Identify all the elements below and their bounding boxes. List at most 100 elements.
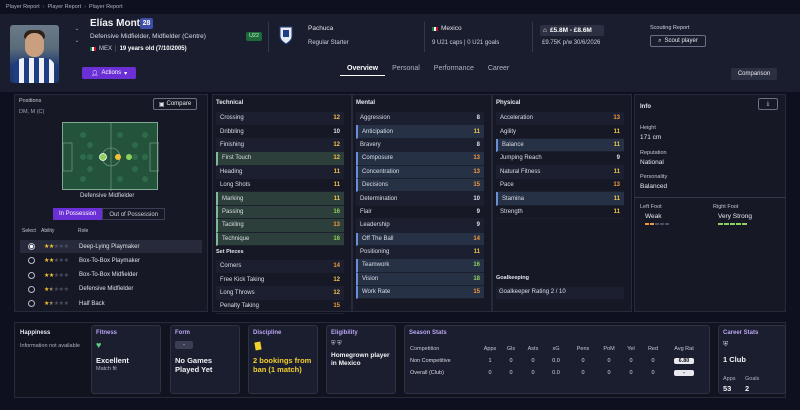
attribute-row[interactable]: Free Kick Taking 12 — [216, 273, 344, 287]
stats-header-cell: xG — [552, 346, 560, 352]
player-positions: Defensive Midfielder, Midfielder (Centre… — [90, 33, 206, 40]
attribute-row[interactable]: Concentration 13 — [356, 165, 484, 179]
nation-name[interactable]: Mexico — [441, 25, 462, 32]
stats-row[interactable]: Overall (Club) 0 0 0 0.0 0 0 0 0 - — [410, 367, 706, 379]
attribute-row[interactable]: Off The Ball 14 — [356, 232, 484, 246]
role-row[interactable]: ★★★★★ Box-To-Box Playmaker — [20, 254, 202, 267]
breadcrumb: Player Report › Player Report › Player Rep… — [6, 4, 123, 10]
attribute-row[interactable]: Balance 11 — [496, 138, 624, 153]
attribute-row[interactable]: Aggression 8 — [356, 112, 484, 126]
role-ability-stars: ★★★★★ — [44, 244, 69, 250]
roles-table-header: Select Ability Role — [22, 228, 88, 234]
personality-label: Personality — [640, 174, 668, 180]
eligibility-value: Homegrown player in Mexico — [331, 352, 390, 367]
player-photo — [10, 25, 59, 83]
stats-header-cell: Pens — [576, 346, 590, 352]
role-radio[interactable] — [28, 300, 35, 308]
attribute-row[interactable]: Bravery 8 — [356, 138, 484, 153]
attribute-row[interactable]: Determination 10 — [356, 192, 484, 206]
attribute-row[interactable]: Vision 18 — [356, 272, 484, 287]
attribute-row[interactable]: Teamwork 16 — [356, 259, 484, 273]
attribute-name: Marking — [222, 195, 244, 202]
scout-player-button[interactable]: ⌕ Scout player — [650, 35, 706, 47]
age-text: 19 years old (7/10/2005) — [119, 46, 187, 52]
role-radio[interactable] — [28, 285, 35, 293]
career-apps: 53 — [723, 384, 732, 393]
attribute-row[interactable]: Jumping Reach 9 — [496, 152, 624, 166]
role-ability-stars: ★★★★★ — [44, 272, 69, 279]
attribute-row[interactable]: Pace 13 — [496, 179, 624, 193]
discipline-title: Discipline — [253, 330, 282, 336]
attribute-value: 13 — [333, 222, 340, 229]
download-icon[interactable]: ⤓ — [758, 98, 778, 110]
attribute-row[interactable]: Passing 16 — [216, 205, 344, 220]
compare-button[interactable]: ▣ Compare — [153, 98, 197, 110]
col-role: Role — [78, 228, 89, 234]
role-row[interactable]: ★★★★★ Deep-Lying Playmaker — [20, 240, 202, 253]
attribute-name: Long Shots — [220, 182, 251, 189]
left-foot-value: Weak — [645, 213, 662, 220]
stats-cell: 0 — [581, 370, 585, 376]
attribute-row[interactable]: Anticipation 11 — [356, 125, 484, 139]
attribute-row[interactable]: Corners 14 — [216, 260, 344, 274]
attribute-row[interactable]: Long Throws 12 — [216, 286, 344, 301]
club-name[interactable]: Pachuca — [308, 25, 333, 32]
attribute-value: 12 — [333, 155, 340, 162]
actions-label: Actions — [101, 70, 122, 76]
attribute-row[interactable]: Natural Fitness 11 — [496, 165, 624, 179]
actions-button[interactable]: 👤︎ Actions ▾ — [82, 67, 136, 79]
chevron-down-icon[interactable]: ⌄ — [74, 37, 79, 44]
attribute-row[interactable]: Positioning 11 — [356, 245, 484, 260]
role-radio[interactable] — [28, 257, 35, 265]
club-crest-icon — [279, 26, 293, 44]
tab-performance[interactable]: Performance — [427, 62, 481, 76]
role-ability-stars: ★★★★★ — [44, 286, 69, 293]
right-foot-value: Very Strong — [718, 213, 752, 220]
attribute-row[interactable]: Decisions 15 — [356, 178, 484, 193]
out-of-possession-tab[interactable]: Out of Possession — [102, 208, 166, 220]
attribute-value: 11 — [613, 128, 620, 135]
stats-cell: 0 — [509, 370, 513, 376]
breadcrumb-item[interactable]: Player Report — [6, 4, 40, 10]
attribute-row[interactable]: Penalty Taking 15 — [216, 300, 344, 314]
attribute-row[interactable]: Stamina 11 — [496, 192, 624, 206]
attribute-row[interactable]: Heading 11 — [216, 165, 344, 179]
role-row[interactable]: ★★★★★ Half Back — [20, 297, 202, 310]
attribute-value: 14 — [333, 263, 340, 270]
comparison-button[interactable]: Comparison — [731, 68, 777, 80]
attribute-row[interactable]: Flair 9 — [356, 206, 484, 220]
chevron-up-icon[interactable]: ⌃ — [74, 28, 79, 35]
role-radio[interactable] — [28, 271, 35, 279]
goalkeeper-rating: Goalkeeper Rating 2 / 10 — [496, 287, 624, 299]
attribute-value: 12 — [333, 115, 340, 122]
attribute-row[interactable]: Strength 11 — [496, 206, 624, 220]
role-row[interactable]: ★★★★★ Box-To-Box Midfielder — [20, 269, 202, 282]
attribute-row[interactable]: Dribbling 10 — [216, 125, 344, 139]
attribute-row[interactable]: First Touch 12 — [216, 152, 344, 166]
attribute-row[interactable]: Long Shots 11 — [216, 179, 344, 193]
tab-personal[interactable]: Personal — [385, 62, 427, 76]
attribute-row[interactable]: Agility 11 — [496, 125, 624, 139]
role-radio[interactable] — [28, 243, 35, 250]
in-possession-tab[interactable]: In Possession — [53, 208, 103, 220]
attribute-row[interactable]: Finishing 12 — [216, 138, 344, 153]
attribute-name: Strength — [500, 208, 523, 215]
breadcrumb-separator: › — [84, 4, 86, 10]
role-row[interactable]: ★★★★★ Defensive Midfielder — [20, 283, 202, 296]
attribute-row[interactable]: Acceleration 13 — [496, 112, 624, 126]
attribute-value: 11 — [333, 195, 340, 202]
attribute-row[interactable]: Work Rate 15 — [356, 286, 484, 300]
attribute-row[interactable]: Crossing 12 — [216, 112, 344, 126]
attribute-row[interactable]: Marking 11 — [216, 192, 344, 206]
happiness-text: Information not available — [20, 343, 80, 349]
breadcrumb-item[interactable]: Player Report — [47, 4, 81, 10]
attribute-row[interactable]: Tackling 13 — [216, 219, 344, 233]
attribute-row[interactable]: Composure 13 — [356, 152, 484, 166]
attribute-value: 13 — [613, 115, 620, 122]
tab-overview[interactable]: Overview — [340, 62, 386, 76]
attribute-row[interactable]: Leadership 9 — [356, 219, 484, 233]
attribute-row[interactable]: Technique 16 — [216, 232, 344, 246]
stats-row[interactable]: Non Competitive 1 0 0 0.0 0 0 0 0 6.80 — [410, 355, 706, 367]
position-pitch — [62, 122, 160, 191]
tab-career[interactable]: Career — [481, 62, 516, 76]
